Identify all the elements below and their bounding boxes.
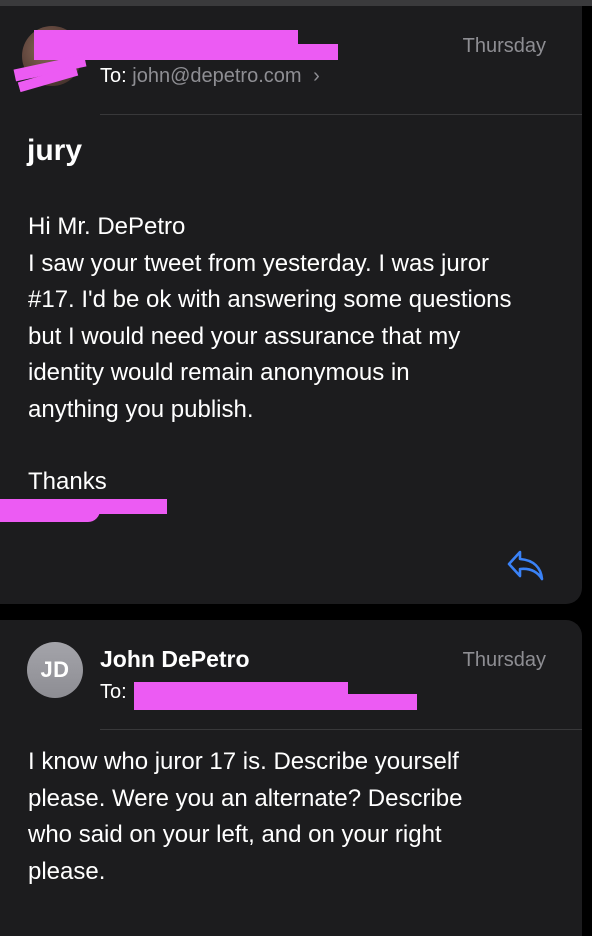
body-line: identity would remain anonymous in xyxy=(28,359,410,386)
message-1-closing: Thanks xyxy=(28,468,107,495)
message-2-date: Thursday xyxy=(462,649,546,671)
body-line: #17. I'd be ok with answering some quest… xyxy=(28,286,512,313)
message-1-recipient-line[interactable]: To: john@depetro.com › xyxy=(100,65,320,88)
message-1-subject: jury xyxy=(27,134,83,167)
redaction-signature-2 xyxy=(0,510,100,522)
message-1-body: Hi Mr. DePetro I saw your tweet from yes… xyxy=(28,209,512,428)
body-line: I know who juror 17 is. Describe yoursel… xyxy=(28,748,459,775)
body-line: Hi Mr. DePetro xyxy=(28,213,186,240)
redaction-recipient-2 xyxy=(134,694,417,710)
message-2-header-divider xyxy=(100,729,582,730)
body-line: who said on your left, and on your right xyxy=(28,821,442,848)
sender-avatar-initials[interactable]: JD xyxy=(27,642,83,698)
to-label: To: xyxy=(100,65,127,87)
body-line: I saw your tweet from yesterday. I was j… xyxy=(28,249,490,277)
chevron-right-icon: › xyxy=(313,65,320,87)
message-1-date: Thursday xyxy=(462,35,546,57)
recipient-address: john@depetro.com xyxy=(132,65,302,87)
body-line: anything you publish. xyxy=(28,395,254,423)
message-2-recipient-line[interactable]: To: xyxy=(100,681,127,704)
body-line: please. xyxy=(28,857,106,885)
to-label: To: xyxy=(100,681,127,703)
message-1-header-divider xyxy=(100,114,582,115)
message-2-body: I know who juror 17 is. Describe yoursel… xyxy=(28,744,462,890)
message-2-sender-name[interactable]: John DePetro xyxy=(100,646,250,673)
body-line: but I would need your assurance that my xyxy=(28,322,461,350)
reply-icon[interactable] xyxy=(506,548,546,582)
body-line: please. Were you an alternate? Describe xyxy=(28,784,463,812)
